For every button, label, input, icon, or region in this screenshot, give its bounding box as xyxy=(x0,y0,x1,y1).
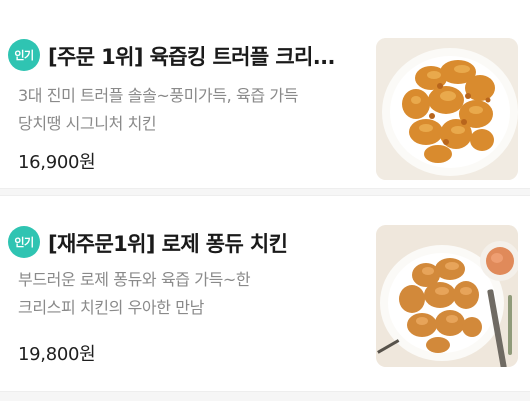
description-line: 당치땡 시그니처 치킨 xyxy=(18,114,157,133)
menu-item-price: 16,900원 xyxy=(18,152,96,173)
menu-item-description: 부드러운 로제 퐁듀와 육즙 가득~한 크리스피 치킨의 우아한 만남 xyxy=(18,266,368,322)
description-line: 3대 진미 트러플 솔솔~풍미가득, 육즙 가득 xyxy=(18,86,299,105)
menu-item-rose-fondue-chicken[interactable]: 인기 [재주문1위] 로제 퐁듀 치킨 부드러운 로제 퐁듀와 육즙 가득~한 … xyxy=(0,200,530,385)
popular-badge: 인기 xyxy=(8,226,40,258)
item-divider xyxy=(0,188,530,196)
menu-item-price: 19,800원 xyxy=(18,344,96,365)
description-line: 크리스피 치킨의 우아한 만남 xyxy=(18,298,204,317)
description-line: 부드러운 로제 퐁듀와 육즙 가득~한 xyxy=(18,270,251,289)
popular-badge: 인기 xyxy=(8,39,40,71)
fried-chicken-photo-icon xyxy=(376,38,518,180)
menu-item-description: 3대 진미 트러플 솔솔~풍미가득, 육즙 가득 당치땡 시그니처 치킨 xyxy=(18,82,368,138)
menu-item-truffle-chicken[interactable]: 인기 [주문 1위] 육즙킹 트러플 크리... 3대 진미 트러플 솔솔~풍미… xyxy=(0,0,530,185)
menu-item-photo[interactable] xyxy=(376,38,518,180)
menu-item-title: [재주문1위] 로제 퐁듀 치킨 xyxy=(48,232,288,256)
menu-item-title: [주문 1위] 육즙킹 트러플 크리... xyxy=(48,45,336,69)
menu-item-photo[interactable] xyxy=(376,225,518,367)
menu-list: 인기 [주문 1위] 육즙킹 트러플 크리... 3대 진미 트러플 솔솔~풍미… xyxy=(0,0,530,401)
rose-fondue-chicken-photo-icon xyxy=(376,225,518,367)
